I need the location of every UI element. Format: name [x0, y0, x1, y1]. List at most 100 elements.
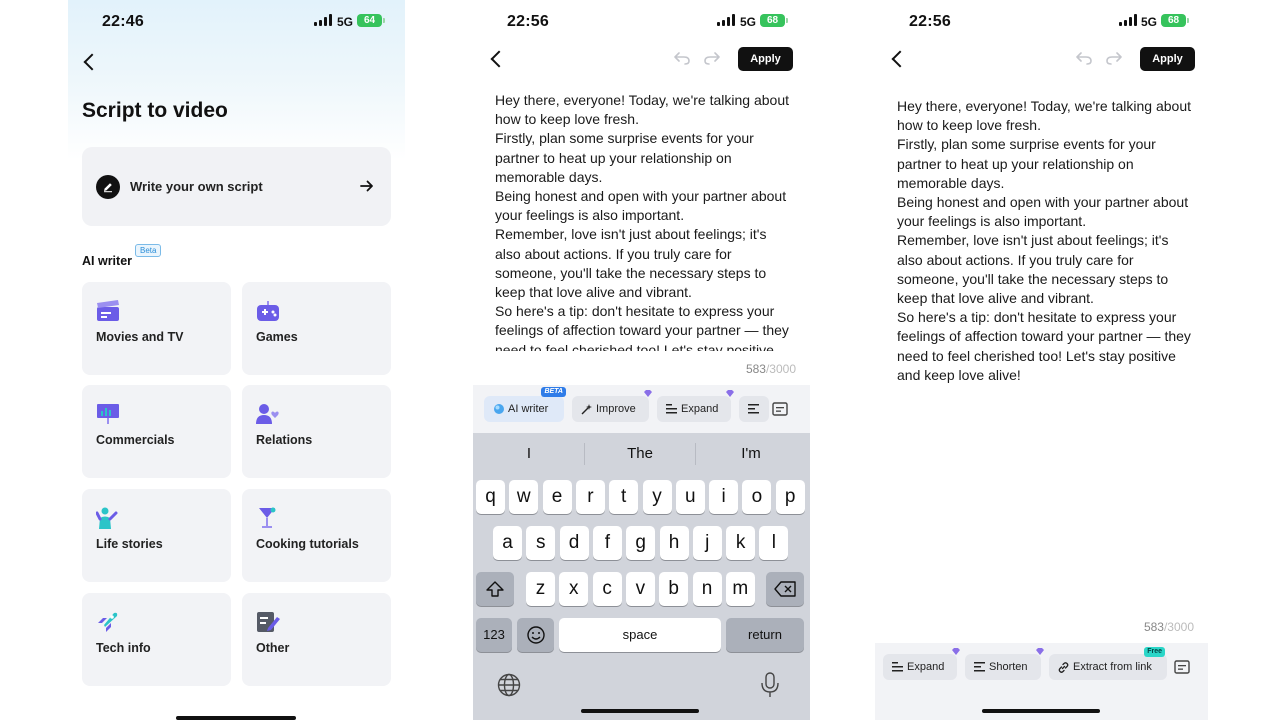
subtitle-icon[interactable] [772, 402, 788, 416]
shorten-button[interactable] [739, 396, 769, 422]
character-counter: 583/3000 [746, 362, 796, 376]
key-r[interactable]: r [575, 480, 605, 514]
status-time: 22:56 [507, 13, 549, 30]
key-u[interactable]: u [675, 480, 705, 514]
globe-icon[interactable] [497, 673, 521, 697]
backspace-key[interactable] [766, 572, 804, 606]
expand-button[interactable]: Expand [883, 648, 960, 680]
clapperboard-icon [97, 300, 119, 321]
expand-button[interactable]: Expand [657, 390, 734, 422]
people-heart-icon [256, 404, 279, 424]
presentation-board-icon [97, 404, 119, 424]
category-life-stories[interactable]: Life stories [82, 489, 231, 582]
ai-writer-button[interactable]: AI writer BETA [484, 387, 566, 422]
category-tech-info[interactable]: Tech info [82, 593, 231, 686]
gamepad-icon [257, 301, 279, 321]
category-cooking-tutorials[interactable]: Cooking tutorials [242, 489, 391, 582]
suggestion-1[interactable]: I [474, 445, 584, 462]
premium-gem-icon [1036, 648, 1044, 655]
cocktail-glass-icon [259, 507, 276, 528]
key-n[interactable]: n [692, 572, 722, 606]
category-relations[interactable]: Relations [242, 385, 391, 478]
category-label: Life stories [96, 537, 163, 551]
apply-button[interactable]: Apply [738, 47, 793, 71]
category-label: Tech info [96, 641, 151, 655]
shift-key[interactable] [476, 572, 514, 606]
script-editor-screen: 22:56 5G 68 Apply Hey there, everyone! T… [875, 0, 1208, 720]
subtitle-icon[interactable] [1174, 660, 1190, 674]
shorten-button[interactable]: Shorten [965, 648, 1044, 680]
return-key[interactable]: return [726, 618, 804, 652]
ai-tools-bar: AI writer BETA Improve Expand [473, 385, 810, 433]
extract-label: Extract from link [1073, 661, 1152, 673]
magic-wand-icon [581, 404, 592, 415]
undo-icon[interactable] [674, 51, 690, 65]
apply-button[interactable]: Apply [1140, 47, 1195, 71]
key-c[interactable]: c [592, 572, 622, 606]
key-t[interactable]: t [609, 480, 639, 514]
note-edit-icon [257, 612, 280, 632]
ai-tools-bar: Expand Shorten Extract from link Free [875, 643, 1208, 720]
microphone-icon[interactable] [760, 672, 780, 698]
status-bar: 22:56 5G 68 [473, 0, 810, 44]
key-f[interactable]: f [592, 526, 622, 560]
page-title: Script to video [82, 99, 228, 122]
key-h[interactable]: h [659, 526, 689, 560]
ai-orb-icon [494, 404, 504, 414]
key-l[interactable]: l [759, 526, 789, 560]
key-q[interactable]: q [476, 480, 505, 514]
write-own-script-button[interactable]: Write your own script [82, 147, 391, 226]
redo-icon[interactable] [1106, 51, 1122, 65]
battery-icon: 68 [760, 14, 788, 27]
numbers-key[interactable]: 123 [476, 618, 512, 652]
undo-icon[interactable] [1076, 51, 1092, 65]
category-games[interactable]: Games [242, 282, 391, 375]
battery-icon: 68 [1161, 14, 1189, 27]
space-key[interactable]: space [559, 618, 721, 652]
network-label: 5G [337, 15, 354, 29]
key-w[interactable]: w [509, 480, 539, 514]
back-chevron-icon[interactable] [83, 53, 101, 71]
key-b[interactable]: b [659, 572, 689, 606]
key-i[interactable]: i [709, 480, 739, 514]
key-v[interactable]: v [625, 572, 655, 606]
category-label: Other [256, 641, 290, 655]
key-k[interactable]: k [726, 526, 756, 560]
battery-icon: 64 [357, 14, 385, 27]
script-textarea[interactable]: Hey there, everyone! Today, we're talkin… [495, 91, 795, 351]
key-e[interactable]: e [542, 480, 572, 514]
key-p[interactable]: p [775, 480, 805, 514]
script-text[interactable]: Hey there, everyone! Today, we're talkin… [897, 97, 1193, 385]
suggestion-2[interactable]: The [585, 445, 695, 462]
expand-icon [892, 662, 903, 672]
key-o[interactable]: o [742, 480, 772, 514]
category-other[interactable]: Other [242, 593, 391, 686]
category-label: Commercials [96, 433, 175, 447]
key-s[interactable]: s [526, 526, 556, 560]
key-y[interactable]: y [642, 480, 672, 514]
key-g[interactable]: g [626, 526, 656, 560]
extract-from-link-button[interactable]: Extract from link Free [1049, 647, 1167, 680]
ai-writer-label: AI writer [508, 403, 549, 415]
back-chevron-icon[interactable] [490, 50, 508, 68]
network-label: 5G [740, 15, 757, 29]
key-x[interactable]: x [559, 572, 589, 606]
premium-gem-icon [952, 648, 960, 655]
key-a[interactable]: a [493, 526, 522, 560]
improve-button[interactable]: Improve [572, 390, 652, 422]
link-icon [1058, 662, 1069, 673]
expand-label: Expand [681, 403, 719, 415]
improve-label: Improve [596, 403, 636, 415]
suggestion-3[interactable]: I'm [696, 445, 806, 462]
script-editor-keyboard-screen: 22:56 5G 68 Apply Hey there, everyone! T… [473, 0, 810, 720]
category-movies-tv[interactable]: Movies and TV [82, 282, 231, 375]
category-commercials[interactable]: Commercials [82, 385, 231, 478]
emoji-key[interactable] [517, 618, 554, 652]
key-z[interactable]: z [526, 572, 555, 606]
key-j[interactable]: j [692, 526, 722, 560]
key-d[interactable]: d [559, 526, 589, 560]
back-chevron-icon[interactable] [891, 50, 909, 68]
status-time: 22:56 [909, 13, 951, 30]
key-m[interactable]: m [725, 572, 755, 606]
redo-icon[interactable] [704, 51, 720, 65]
